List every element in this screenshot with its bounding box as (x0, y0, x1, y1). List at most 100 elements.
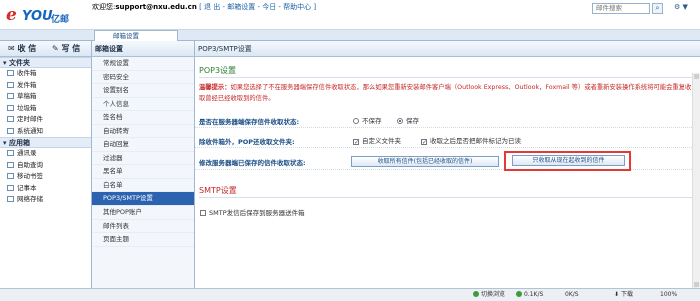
sidebar-item-sent[interactable]: 发件箱 (0, 80, 91, 92)
write-label: 写 信 (61, 44, 81, 53)
sidebar-item-contacts[interactable]: 通讯录 (0, 148, 91, 160)
switch-browse-button[interactable]: 切换浏览 (473, 289, 505, 301)
sidebar-item-drafts[interactable]: 草稿箱 (0, 91, 91, 103)
sidebar-item-label: 通讯录 (17, 149, 37, 157)
globe-icon (473, 291, 479, 297)
save-state-label: 是否在服务器端保存信件收取状态: (199, 118, 300, 126)
pop3-section-title: POP3设置 (199, 66, 237, 75)
sidebar-item-trash[interactable]: 垃圾箱 (0, 103, 91, 115)
divider (199, 77, 694, 78)
radio-label: 保存 (406, 117, 419, 125)
warning-body: 如果您选择了不在服务器端保存信件收取状态，那么如果您重新安装邮件客户端（Outl… (199, 84, 692, 102)
page-title: POP3/SMTP设置 (195, 41, 700, 57)
download-speed: 0K/S (565, 289, 579, 301)
radio-icon (397, 118, 403, 124)
checkbox-mark-read[interactable]: ✓ 收取之后是否把邮件标记为已读 (421, 135, 521, 146)
checkbox-icon: ✓ (421, 139, 428, 146)
sidebar-item-label: 垃圾箱 (17, 103, 37, 112)
left-sidebar: ✉ 收 信 ✎ 写 信 ▾ 文件夹 收件箱 发件箱 草稿箱 垃圾箱 定时邮件 系… (0, 41, 92, 288)
apps-section-header[interactable]: ▾ 应用箱 (0, 137, 91, 148)
menu-item-theme[interactable]: 页面主题 (92, 233, 194, 247)
scroll-up-icon[interactable] (694, 74, 699, 79)
sidebar-item-notepad[interactable]: 记事本 (0, 183, 91, 195)
menu-item-whitelist[interactable]: 白名单 (92, 179, 194, 193)
vertical-scrollbar[interactable] (692, 73, 700, 288)
radio-icon (353, 118, 359, 124)
sidebar-item-self-query[interactable]: 自助查询 (0, 160, 91, 172)
checkbox-icon (200, 210, 206, 216)
main-panel: POP3/SMTP设置 POP3设置 温馨提示：如果您选择了不在服务器端保存信件… (195, 41, 700, 288)
sidebar-item-system-notice[interactable]: 系统通知 (0, 126, 91, 138)
pop-folders-row: 除收件箱外，POP还收取文件夹: ✓ 自定义文件夹 ✓ 收取之后是否把邮件标记为已读 (195, 131, 700, 148)
sidebar-item-label: 发件箱 (17, 80, 37, 89)
search-input[interactable] (592, 3, 650, 14)
clock-icon (7, 116, 14, 122)
zoom-level[interactable]: 100% (660, 289, 677, 301)
sidebar-item-scheduled[interactable]: 定时邮件 (0, 114, 91, 126)
download-speed-value: 0K/S (565, 291, 579, 298)
sidebar-item-network-storage[interactable]: 网络存储 (0, 194, 91, 206)
drafts-icon (7, 93, 14, 99)
speed-value: 0.1K/S (524, 291, 544, 298)
header-links[interactable]: [ 退 出 - 邮箱设置 - 今日 - 帮助中心 ] (199, 3, 316, 11)
sidebar-item-label: 定时邮件 (17, 115, 43, 123)
upload-speed: 0.1K/S (516, 289, 543, 301)
divider (199, 197, 694, 198)
checkbox-smtp-save[interactable]: SMTP发信后保存到服务器送件箱 (200, 207, 305, 217)
search-icon[interactable]: ⌕ (652, 3, 663, 14)
apps-title: 应用箱 (8, 139, 30, 147)
radio-save[interactable]: 保存 (397, 115, 419, 125)
warning-text: 温馨提示：如果您选择了不在服务器端保存信件收取状态，那么如果您重新安装邮件客户端… (199, 83, 694, 104)
menu-item-other-pop[interactable]: 其他POP账户 (92, 206, 194, 220)
download-label: 下载 (620, 291, 633, 298)
sidebar-actions: ✉ 收 信 ✎ 写 信 (0, 41, 91, 57)
sidebar-item-mobile-bookmarks[interactable]: 移动书签 (0, 171, 91, 183)
warning-label: 温馨提示： (199, 84, 231, 91)
menu-item-password[interactable]: 密码安全 (92, 71, 194, 85)
receive-button[interactable]: ✉ 收 信 (8, 43, 36, 54)
menu-item-signature[interactable]: 签名档 (92, 111, 194, 125)
bookmark-icon (7, 173, 14, 179)
scroll-down-icon[interactable] (694, 282, 699, 287)
logo-e: e (6, 5, 17, 25)
sidebar-item-inbox[interactable]: 收件箱 (0, 68, 91, 80)
eyou-logo: e YOU 亿邮 (4, 3, 76, 27)
menu-item-personal-info[interactable]: 个人信息 (92, 98, 194, 112)
zoom-value: 100% (660, 291, 678, 298)
menu-item-alias[interactable]: 设置别名 (92, 84, 194, 98)
storage-icon (7, 196, 14, 202)
speed-icon (516, 291, 522, 297)
sidebar-item-label: 自助查询 (17, 160, 43, 169)
settings-menu-icon[interactable]: ⚙ ▼ (674, 3, 688, 11)
radio-not-save[interactable]: 不保存 (353, 115, 382, 125)
checkbox-icon: ✓ (353, 139, 360, 146)
menu-item-mail-list[interactable]: 邮件列表 (92, 220, 194, 234)
checkbox-label: 收取之后是否把邮件标记为已读 (430, 137, 521, 145)
welcome-prefix: 欢迎您: (92, 3, 116, 11)
tab-mailbox-settings[interactable]: 邮箱设置 (94, 30, 178, 41)
welcome-text: 欢迎您:support@nxu.edu.cn [ 退 出 - 邮箱设置 - 今日… (92, 2, 316, 12)
settings-menu-title: 邮箱设置 (92, 41, 194, 57)
sidebar-item-label: 移动书签 (17, 172, 43, 180)
checkbox-custom-folders[interactable]: ✓ 自定义文件夹 (353, 135, 401, 146)
sidebar-item-label: 记事本 (17, 183, 37, 192)
write-button[interactable]: ✎ 写 信 (52, 43, 80, 54)
contacts-icon (7, 150, 14, 156)
receive-all-button[interactable]: 收取所有信件(包括已经收取的信件) (351, 156, 499, 167)
menu-item-general[interactable]: 常规设置 (92, 57, 194, 71)
menu-item-auto-forward[interactable]: 自动转寄 (92, 125, 194, 139)
menu-item-filter[interactable]: 过滤器 (92, 152, 194, 166)
menu-item-blacklist[interactable]: 黑名单 (92, 165, 194, 179)
notice-icon (7, 127, 14, 134)
settings-menu: 邮箱设置 常规设置 密码安全 设置别名 个人信息 签名档 自动转寄 自动回复 过… (92, 41, 195, 288)
menu-item-auto-reply[interactable]: 自动回复 (92, 138, 194, 152)
folders-title: 文件夹 (8, 59, 30, 67)
download-button[interactable]: ⬇ 下载 (614, 289, 633, 301)
sent-icon (7, 81, 14, 88)
folders-section-header[interactable]: ▾ 文件夹 (0, 57, 91, 68)
menu-item-pop3-smtp[interactable]: POP3/SMTP设置 (92, 192, 194, 207)
checkbox-label: SMTP发信后保存到服务器送件箱 (209, 209, 305, 217)
inbox-icon (7, 70, 14, 76)
radio-label: 不保存 (362, 117, 382, 125)
switch-label: 切换浏览 (481, 291, 506, 298)
